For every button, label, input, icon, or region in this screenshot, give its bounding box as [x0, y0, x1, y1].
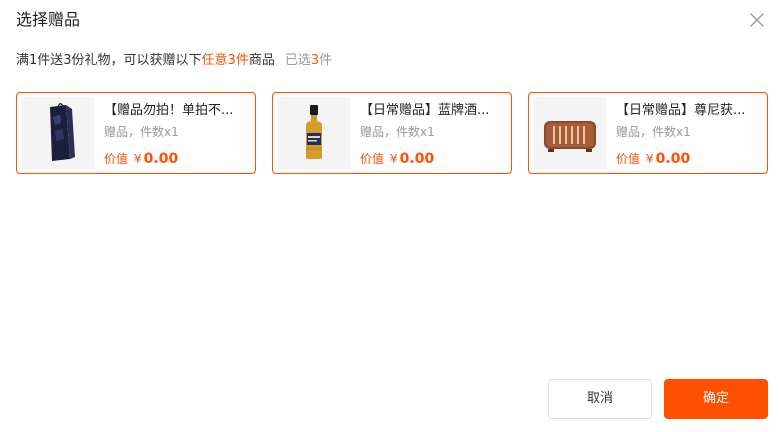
price-amount: 0.00	[655, 151, 691, 167]
gift-name: 【日常赠品】尊尼获...	[616, 103, 746, 118]
dialog-title: 选择赠品	[16, 10, 81, 29]
gift-price: 价值 ¥0.00	[104, 150, 178, 168]
rule-prefix: 满1件送3份礼物，可以获赠以下	[16, 53, 202, 68]
selected-count-text: 已选3件	[285, 53, 332, 68]
currency-symbol: ¥	[390, 152, 398, 166]
selected-prefix: 已选	[284, 53, 311, 68]
gift-name: 【赠品勿拍！单拍不...	[104, 103, 234, 118]
gift-meta: 赠品，件数x1	[360, 125, 435, 139]
price-label: 价值	[360, 152, 385, 166]
price-amount: 0.00	[399, 151, 435, 167]
rule-suffix: 商品	[248, 53, 275, 68]
gift-meta: 赠品，件数x1	[104, 125, 179, 139]
close-icon[interactable]	[746, 9, 768, 31]
price-label: 价值	[616, 152, 641, 166]
gift-bag-image	[22, 97, 94, 169]
price-label: 价值	[104, 152, 129, 166]
whisky-bottle-image	[278, 97, 350, 169]
gift-rule-text: 满1件送3份礼物，可以获赠以下任意3件商品 已选3件	[16, 52, 332, 70]
price-amount: 0.00	[143, 151, 179, 167]
gift-selection-dialog: 选择赠品 满1件送3份礼物，可以获赠以下任意3件商品 已选3件 【赠品勿拍！单拍不…	[0, 0, 780, 432]
selected-suffix: 件	[319, 53, 333, 68]
selected-count: 3	[310, 53, 320, 68]
currency-symbol: ¥	[134, 152, 142, 166]
gift-name: 【日常赠品】蓝牌酒...	[360, 103, 490, 118]
confirm-button[interactable]: 确定	[664, 379, 768, 419]
gift-meta: 赠品，件数x1	[616, 125, 691, 139]
gift-price: 价值 ¥0.00	[360, 150, 434, 168]
speaker-image	[534, 97, 606, 169]
gift-card[interactable]: 【日常赠品】蓝牌酒... 赠品，件数x1 价值 ¥0.00	[272, 92, 512, 174]
gift-card[interactable]: 【赠品勿拍！单拍不... 赠品，件数x1 价值 ¥0.00	[16, 92, 256, 174]
gift-price: 价值 ¥0.00	[616, 150, 690, 168]
currency-symbol: ¥	[646, 152, 654, 166]
rule-highlight: 任意3件	[201, 53, 249, 68]
cancel-button[interactable]: 取消	[548, 379, 652, 419]
gift-card[interactable]: 【日常赠品】尊尼获... 赠品，件数x1 价值 ¥0.00	[528, 92, 768, 174]
